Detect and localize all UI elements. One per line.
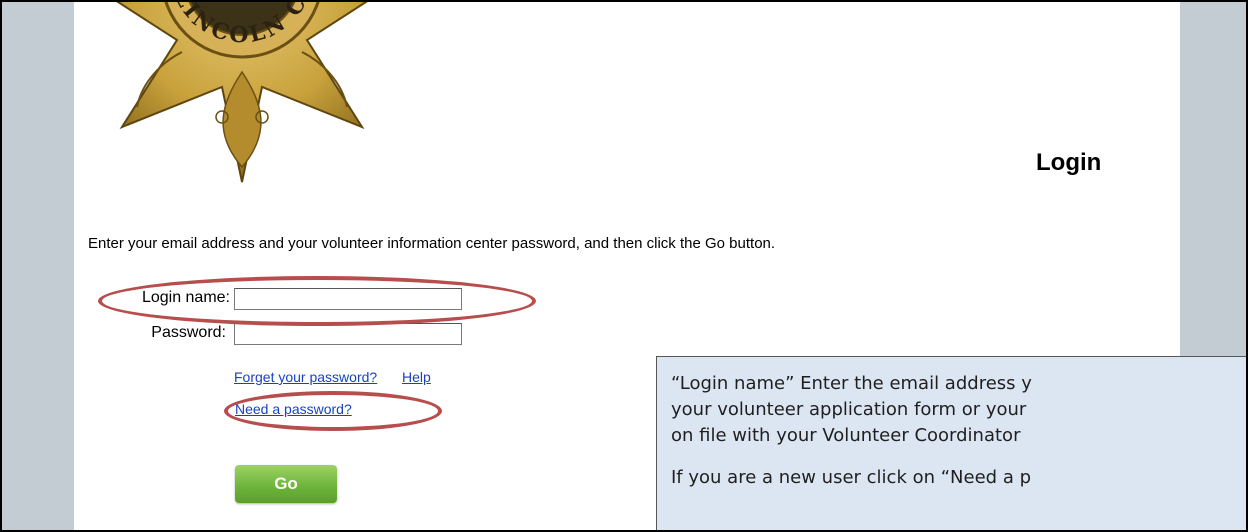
screenshot-frame: LINCOLN COUNTY Login Enter your email ad… xyxy=(0,0,1248,532)
help-link[interactable]: Help xyxy=(402,369,431,385)
page-title: Login xyxy=(1036,149,1102,176)
need-password-highlight-ellipse xyxy=(224,391,442,431)
login-name-highlight-ellipse xyxy=(98,276,536,326)
callout-line-3: on file with your Volunteer Coordinator xyxy=(671,425,1021,446)
callout-line-2: your volunteer application form or your xyxy=(671,399,1027,420)
go-button[interactable]: Go xyxy=(235,465,337,503)
password-label: Password: xyxy=(151,324,226,341)
instruction-callout: “Login name” Enter the email address y y… xyxy=(656,356,1246,530)
password-input[interactable] xyxy=(234,323,462,345)
sheriff-badge-logo: LINCOLN COUNTY xyxy=(62,2,368,183)
login-instructions: Enter your email address and your volunt… xyxy=(88,235,776,252)
callout-line-4: If you are a new user click on “Need a p xyxy=(671,467,1031,488)
callout-line-1: “Login name” Enter the email address y xyxy=(671,373,1032,394)
forget-password-link[interactable]: Forget your password? xyxy=(234,369,377,385)
